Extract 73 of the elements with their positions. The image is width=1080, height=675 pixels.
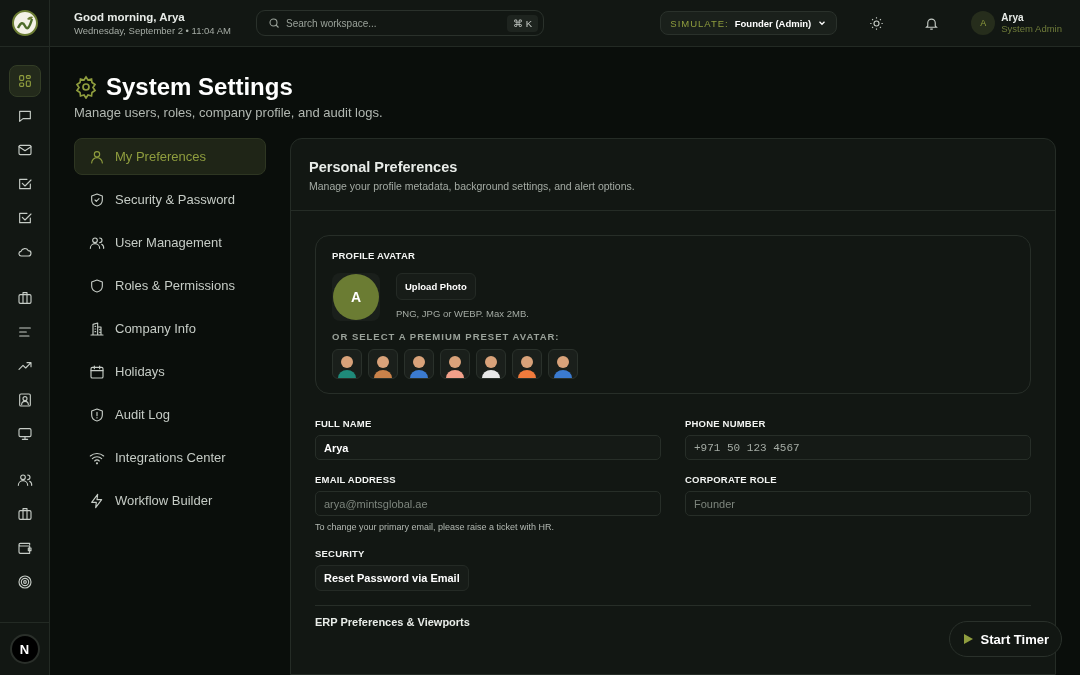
workspace-avatar[interactable]: N bbox=[9, 634, 40, 664]
input-field[interactable]: Arya bbox=[315, 435, 661, 460]
settings-icon bbox=[74, 75, 98, 99]
wallet-icon bbox=[16, 540, 33, 556]
preset-avatar[interactable] bbox=[548, 349, 578, 379]
panel-subtitle: Manage your profile metadata, background settings, and alert options. bbox=[309, 180, 636, 192]
page-title: System Settings bbox=[106, 73, 293, 101]
grid-icon bbox=[16, 73, 33, 89]
user-name: Arya bbox=[1001, 12, 1025, 23]
date-time: Wednesday, September 2 • 11:04 AM bbox=[74, 24, 232, 36]
preset-avatar[interactable] bbox=[368, 349, 398, 379]
greeting: Good morning, Arya bbox=[74, 10, 186, 23]
chat-icon bbox=[16, 108, 33, 124]
checkbox-icon bbox=[16, 210, 33, 226]
shield-check-icon bbox=[89, 191, 105, 208]
lightning-icon bbox=[89, 492, 105, 509]
search-icon bbox=[268, 17, 280, 29]
field-label: CORPORATE ROLE bbox=[685, 474, 778, 485]
rail-item[interactable] bbox=[8, 65, 41, 97]
user-role: System Admin bbox=[1001, 23, 1062, 34]
settings-nav-item[interactable]: Audit Log bbox=[74, 396, 266, 433]
start-timer-button[interactable]: Start Timer bbox=[948, 621, 1062, 657]
upload-hint: PNG, JPG or WEBP. Max 2MB. bbox=[396, 308, 529, 319]
field-label: PHONE NUMBER bbox=[685, 418, 767, 429]
lines-icon bbox=[16, 324, 33, 340]
users-icon bbox=[89, 234, 105, 251]
section-label: PROFILE AVATAR bbox=[332, 250, 417, 261]
reset-password-button[interactable]: Reset Password via Email bbox=[315, 565, 469, 591]
preset-avatar[interactable] bbox=[476, 349, 506, 379]
input-field[interactable]: +971 50 123 4567 bbox=[685, 435, 1031, 460]
briefcase-icon bbox=[16, 290, 33, 306]
page-subtitle: Manage users, roles, company profile, and audit logs. bbox=[74, 105, 384, 120]
preset-avatar[interactable] bbox=[332, 349, 362, 379]
simulate-dropdown[interactable]: SIMULATE: Founder (Admin) bbox=[660, 11, 838, 35]
field-note: To change your primary email, please raise a ticket with HR. bbox=[315, 522, 556, 532]
settings-nav-item[interactable]: My Preferences bbox=[74, 138, 266, 175]
settings-nav-item[interactable]: Integrations Center bbox=[74, 439, 266, 476]
shield-icon bbox=[89, 277, 105, 294]
settings-nav-item[interactable]: Holidays bbox=[74, 353, 266, 390]
contact-card-icon bbox=[16, 392, 33, 408]
mail-icon bbox=[16, 142, 33, 158]
briefcase-icon bbox=[16, 506, 33, 522]
settings-nav-item[interactable]: Workflow Builder bbox=[74, 482, 266, 519]
shortcut-hint: ⌘ K bbox=[507, 14, 538, 32]
logo-icon[interactable] bbox=[11, 10, 38, 36]
settings-nav-item[interactable]: Security & Password bbox=[74, 181, 266, 218]
section-label: SECURITY bbox=[315, 548, 366, 559]
panel-title: Personal Preferences bbox=[309, 159, 459, 175]
profile-avatar: A bbox=[333, 274, 379, 320]
upload-photo-button[interactable]: Upload Photo bbox=[396, 273, 476, 300]
section-title: ERP Preferences & Viewports bbox=[315, 616, 471, 628]
settings-nav-item[interactable]: User Management bbox=[74, 224, 266, 261]
settings-nav-item[interactable]: Company Info bbox=[74, 310, 266, 347]
preset-avatar[interactable] bbox=[512, 349, 542, 379]
monitor-icon bbox=[16, 426, 33, 442]
user-avatar[interactable]: A bbox=[971, 11, 996, 35]
settings-nav-item[interactable]: Roles & Permissions bbox=[74, 267, 266, 304]
bell-icon[interactable] bbox=[924, 15, 940, 31]
field-label: FULL NAME bbox=[315, 418, 373, 429]
section-label: OR SELECT A PREMIUM PRESET AVATAR: bbox=[332, 331, 561, 342]
preset-avatar[interactable] bbox=[404, 349, 434, 379]
preset-avatar[interactable] bbox=[440, 349, 470, 379]
calendar-icon bbox=[89, 363, 105, 380]
sun-icon[interactable] bbox=[869, 15, 885, 31]
play-icon bbox=[961, 633, 974, 645]
target-icon bbox=[16, 574, 33, 590]
field-label: EMAIL ADDRESS bbox=[315, 474, 397, 485]
checkbox-icon bbox=[16, 176, 33, 192]
user-icon bbox=[89, 148, 105, 165]
search-field[interactable]: Search workspace... ⌘ K bbox=[256, 10, 544, 36]
users-icon bbox=[16, 472, 33, 488]
building-icon bbox=[89, 320, 105, 337]
shield-alert-icon bbox=[89, 406, 105, 423]
